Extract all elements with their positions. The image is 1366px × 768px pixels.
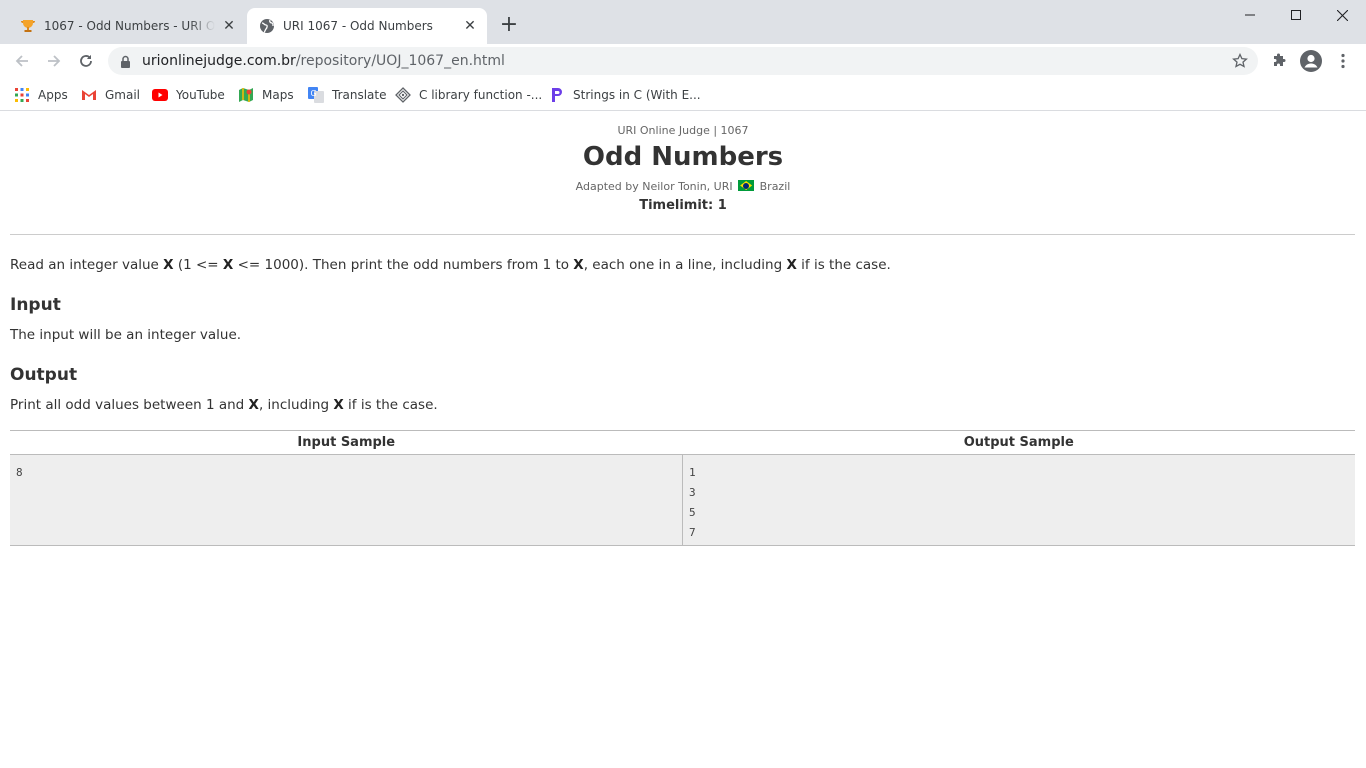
- output-text: Print all odd values between 1 and: [10, 397, 249, 413]
- uri-trophy-icon: [20, 18, 36, 34]
- bookmark-label: Strings in C (With E...: [573, 88, 701, 102]
- forward-button[interactable]: [40, 47, 68, 75]
- maps-icon: [238, 87, 254, 103]
- statement-text: (1 <=: [173, 257, 223, 273]
- sample-line: 3: [689, 486, 696, 499]
- bookmark-apps[interactable]: Apps: [14, 85, 68, 105]
- svg-text:G: G: [311, 89, 317, 98]
- bookmark-gmail[interactable]: Gmail: [81, 85, 140, 105]
- country-text: Brazil: [759, 180, 791, 193]
- sample-line: 5: [689, 506, 696, 519]
- menu-kebab-icon[interactable]: [1329, 47, 1357, 75]
- statement-text: Read an integer value: [10, 257, 164, 273]
- output-sample-header: Output Sample: [963, 435, 1074, 450]
- page-title: Odd Numbers: [582, 142, 784, 172]
- url-host: urionlinejudge.com.br: [142, 53, 296, 69]
- bookmark-label: C library function -...: [419, 88, 543, 102]
- extensions-puzzle-icon[interactable]: [1265, 47, 1293, 75]
- gmail-icon: [81, 87, 97, 103]
- profile-avatar-icon[interactable]: [1297, 47, 1325, 75]
- breadcrumb: URI Online Judge | 1067: [617, 124, 749, 137]
- maximize-button[interactable]: [1273, 0, 1319, 30]
- bookmark-c-library[interactable]: C library function -...: [395, 85, 542, 105]
- samples-table: Input Sample Output Sample 8 1 3 5 7: [10, 430, 1355, 546]
- url-path: /repository/UOJ_1067_en.html: [295, 53, 505, 69]
- timelimit: Timelimit: 1: [639, 198, 727, 213]
- output-heading: Output: [10, 365, 78, 385]
- bookmark-maps[interactable]: Maps: [238, 85, 294, 105]
- tab-title: 1067 - Odd Numbers - URI Online Judge: [44, 19, 215, 33]
- bookmark-label: Maps: [262, 88, 294, 102]
- bookmarks-bar: Apps Gmail YouTube Maps G Translate C li…: [0, 79, 1366, 111]
- brazil-flag-icon: [738, 180, 755, 191]
- bookmark-star-icon[interactable]: [1232, 52, 1248, 73]
- output-sample-cell: 1 3 5 7: [682, 455, 1355, 545]
- problem-page: URI Online Judge | 1067 Odd Numbers Adap…: [0, 112, 1366, 766]
- statement-text: if is the case.: [796, 257, 891, 273]
- bookmark-translate[interactable]: G Translate: [308, 85, 387, 105]
- bookmark-label: Gmail: [105, 88, 141, 102]
- var-x: X: [786, 257, 797, 273]
- author-line: Adapted by Neilor Tonin, URI Brazil: [0, 180, 1366, 193]
- output-description: Print all odd values between 1 and X, in…: [10, 397, 438, 413]
- lock-icon[interactable]: [120, 54, 131, 73]
- samples-header-row: Input Sample Output Sample: [10, 431, 1355, 454]
- bookmark-label: Apps: [38, 88, 68, 102]
- apps-grid-icon: [14, 87, 30, 103]
- bookmark-youtube[interactable]: YouTube: [152, 85, 225, 105]
- var-x: X: [163, 257, 174, 273]
- minimize-button[interactable]: [1227, 0, 1273, 30]
- close-icon[interactable]: ✕: [221, 18, 237, 34]
- output-text: , including: [258, 397, 334, 413]
- programiz-icon: [549, 87, 565, 103]
- var-x: X: [222, 257, 234, 273]
- bookmark-label: Translate: [332, 88, 387, 102]
- bookmark-label: YouTube: [176, 88, 225, 102]
- input-description: The input will be an integer value.: [10, 327, 242, 343]
- bookmark-strings-in-c[interactable]: Strings in C (With E...: [549, 85, 701, 105]
- back-button[interactable]: [8, 47, 36, 75]
- tab-uri-judge[interactable]: 1067 - Odd Numbers - URI Online Judge ✕: [8, 8, 246, 44]
- sample-line: 1: [689, 466, 696, 479]
- close-window-button[interactable]: [1319, 0, 1365, 30]
- translate-icon: G: [308, 87, 324, 103]
- sample-line: 8: [16, 466, 23, 479]
- reload-button[interactable]: [72, 47, 100, 75]
- tab-strip: 1067 - Odd Numbers - URI Online Judge ✕ …: [0, 0, 1366, 44]
- statement-text: , each one in a line, including: [583, 257, 787, 273]
- author-text: Adapted by Neilor Tonin, URI: [575, 180, 733, 193]
- input-sample-header: Input Sample: [297, 435, 396, 450]
- sample-line: 7: [689, 526, 696, 539]
- tab-title: URI 1067 - Odd Numbers: [283, 19, 433, 33]
- diamond-icon: [395, 87, 411, 103]
- input-heading: Input: [10, 295, 61, 315]
- browser-toolbar: urionlinejudge.com.br/repository/UOJ_106…: [0, 44, 1366, 79]
- samples-body-row: 8 1 3 5 7: [10, 454, 1355, 545]
- youtube-icon: [152, 87, 168, 103]
- input-sample-cell: 8: [10, 455, 682, 545]
- globe-icon: [259, 18, 275, 34]
- address-bar[interactable]: urionlinejudge.com.br/repository/UOJ_106…: [108, 47, 1258, 75]
- close-icon[interactable]: ✕: [462, 18, 478, 34]
- var-x: X: [573, 257, 584, 273]
- problem-statement: Read an integer value X (1 <= X <= 1000)…: [10, 257, 891, 273]
- url-text[interactable]: urionlinejudge.com.br/repository/UOJ_106…: [142, 53, 505, 69]
- tab-uri-1067[interactable]: URI 1067 - Odd Numbers ✕: [247, 8, 487, 44]
- var-x: X: [333, 397, 344, 413]
- new-tab-button[interactable]: +: [497, 14, 521, 38]
- var-x: X: [248, 397, 259, 413]
- divider: [10, 234, 1355, 235]
- statement-text: <= 1000). Then print the odd numbers fro…: [233, 257, 574, 273]
- output-text: if is the case.: [343, 397, 438, 413]
